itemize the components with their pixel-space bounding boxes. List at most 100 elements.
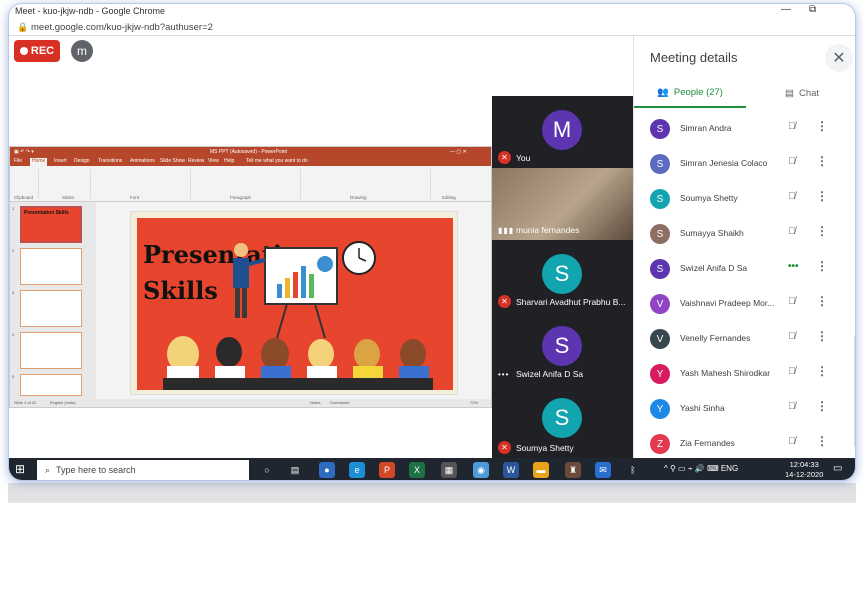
mic-off-icon: 🎙̸ — [788, 436, 796, 447]
ppt-ribbon: Clipboard Slides Font Paragraph Drawing … — [10, 166, 491, 202]
avatar: Y — [650, 399, 670, 419]
comments-button[interactable]: Comments — [330, 400, 349, 405]
title-bar: Meet - kuo-jkjw-ndb - Google Chrome — ⧉ — [9, 4, 855, 20]
more-options-icon[interactable]: ⋮ — [816, 259, 828, 277]
close-button[interactable]: ✕ — [825, 44, 853, 72]
zoom-level[interactable]: 72% — [470, 400, 478, 405]
powerpoint-icon[interactable]: P — [379, 462, 395, 478]
tab-people[interactable]: 👥 People (27) — [634, 78, 746, 108]
clock[interactable]: 12:04:33 14-12-2020 — [785, 460, 823, 480]
more-options-icon[interactable]: ⋮ — [816, 434, 828, 452]
more-options-icon[interactable]: ⋮ — [816, 364, 828, 382]
ppt-tab[interactable]: Animations — [130, 158, 155, 164]
thumb-number: 4 — [12, 332, 15, 337]
ppt-tab[interactable]: View — [208, 158, 219, 164]
slide-thumbnail[interactable]: Presentation Skills — [20, 206, 82, 243]
notes-button[interactable]: Notes — [310, 400, 320, 405]
thumb-number: 1 — [12, 206, 15, 211]
mail-icon[interactable]: ✉ — [595, 462, 611, 478]
list-item[interactable]: S Sumayya Shaikh 🎙̸ ⋮ — [634, 217, 855, 251]
participant-tile[interactable]: S ✕ Soumya Shetty — [492, 384, 633, 458]
restore-icon[interactable]: ⧉ — [809, 4, 816, 15]
participant-tile[interactable]: M ✕ You — [492, 96, 633, 168]
url-text[interactable]: meet.google.com/kuo-jkjw-ndb?authuser=2 — [31, 22, 213, 33]
more-options-icon[interactable]: ⋮ — [816, 119, 828, 137]
search-input[interactable]: ⌕ Type here to search — [37, 460, 249, 480]
task-view-icon[interactable]: ▤ — [287, 462, 303, 478]
ppt-tab[interactable]: File — [14, 158, 22, 164]
tab-chat-label: Chat — [798, 87, 820, 99]
ppt-tab[interactable]: Transitions — [98, 158, 122, 164]
ppt-tab[interactable]: Help — [224, 158, 234, 164]
ppt-tab[interactable]: Review — [188, 158, 204, 164]
word-icon[interactable]: W — [503, 462, 519, 478]
meeting-details-panel: Meeting details ✕ 👥 People (27) ▤ Chat S… — [633, 36, 855, 461]
address-bar[interactable]: 🔒 meet.google.com/kuo-jkjw-ndb?authuser=… — [9, 20, 855, 36]
ribbon-group-label: Editing — [442, 195, 456, 200]
ribbon-group-label: Font — [130, 195, 140, 200]
list-item[interactable]: S Swizel Anifa D Sa ••• ⋮ — [634, 252, 855, 286]
ppt-quick-access-icons: ▣ ↶ ↷ ▾ — [14, 149, 34, 155]
mic-off-icon: 🎙̸ — [788, 191, 796, 202]
participant-tile[interactable]: S ••• Swizel Anifa D Sa — [492, 312, 633, 384]
list-item[interactable]: V Vaishnavi Pradeep Mor... 🎙̸ ⋮ — [634, 287, 855, 321]
list-item[interactable]: Y Yashi Sinha 🎙̸ ⋮ — [634, 392, 855, 426]
ppt-tab[interactable]: Design — [74, 158, 90, 164]
more-options-icon[interactable]: ⋮ — [816, 399, 828, 417]
list-item[interactable]: Z Zia Fernandes 🎙̸ ⋮ — [634, 427, 855, 461]
participant-tile[interactable]: ▮▮▮ munia fernandes — [492, 168, 633, 240]
list-item[interactable]: Y Yash Mahesh Shirodkar 🎙̸ ⋮ — [634, 357, 855, 391]
slide-thumbnail[interactable] — [20, 290, 82, 327]
participant-tile[interactable]: S ✕ Sharvari Avadhut Prabhu B... — [492, 240, 633, 312]
list-item[interactable]: S Simran Andra 🎙̸ ⋮ — [634, 112, 855, 146]
ppt-window-title: MS PPT (Autosaved) - PowerPoint — [210, 149, 287, 155]
mic-off-icon: 🎙̸ — [788, 296, 796, 307]
excel-icon[interactable]: X — [409, 462, 425, 478]
more-options-icon[interactable]: ⋮ — [816, 329, 828, 347]
mic-off-icon: 🎙̸ — [788, 226, 796, 237]
more-options-icon[interactable]: ⋮ — [816, 294, 828, 312]
more-options-icon[interactable]: ⋮ — [816, 189, 828, 207]
cortana-icon[interactable]: ○ — [259, 462, 275, 478]
current-slide[interactable]: Presentation Skills — [130, 211, 458, 395]
bluetooth-icon[interactable]: ᛒ — [625, 462, 641, 478]
slide-thumbnail[interactable] — [20, 374, 82, 396]
person-name: Yash Mahesh Shirodkar — [680, 368, 771, 378]
avatar: S — [650, 119, 670, 139]
slide-thumbnail[interactable] — [20, 332, 82, 369]
edge-icon[interactable]: e — [349, 462, 365, 478]
store-icon[interactable]: ▦ — [441, 462, 457, 478]
ppt-tab-home[interactable]: Home — [30, 158, 48, 166]
tab-people-label: People (27) — [673, 86, 723, 98]
powerpoint-window: ▣ ↶ ↷ ▾ MS PPT (Autosaved) - PowerPoint … — [9, 146, 492, 408]
list-item[interactable]: V Venelly Fernandes 🎙̸ ⋮ — [634, 322, 855, 356]
ppt-tell-me[interactable]: Tell me what you want to do — [246, 158, 308, 164]
minimize-icon[interactable]: — — [781, 4, 791, 15]
avatar[interactable]: m — [71, 40, 93, 62]
avatar: Z — [650, 434, 670, 454]
slide-thumbnail[interactable] — [20, 248, 82, 285]
list-item[interactable]: S Simran Jenesia Colaco 🎙̸ ⋮ — [634, 147, 855, 181]
slide-counter: Slide 1 of 22 — [14, 400, 37, 405]
recording-badge[interactable]: REC — [14, 40, 60, 62]
windows-start-icon[interactable]: ⊞ — [15, 462, 25, 476]
chrome-icon[interactable]: ◉ — [473, 462, 489, 478]
more-options-icon[interactable]: ⋮ — [816, 224, 828, 242]
speaking-indicator-icon: ••• — [788, 261, 799, 272]
app-icon[interactable]: ♜ — [565, 462, 581, 478]
app-icon[interactable]: ● — [319, 462, 335, 478]
avatar: S — [542, 398, 582, 438]
ppt-tab[interactable]: Insert — [54, 158, 67, 164]
more-options-icon[interactable]: ⋮ — [816, 154, 828, 172]
ppt-tab[interactable]: Slide Show — [160, 158, 185, 164]
notification-icon[interactable]: ▭ — [833, 463, 842, 474]
tab-chat[interactable]: ▤ Chat — [746, 78, 855, 108]
list-item[interactable]: S Soumya Shetty 🎙̸ ⋮ — [634, 182, 855, 216]
window-title: Meet - kuo-jkjw-ndb - Google Chrome — [15, 6, 166, 16]
system-tray[interactable]: ^ ⚲ ▭ ⌁ 🔊 ⌨ ENG — [664, 464, 738, 473]
file-explorer-icon[interactable]: ▬ — [533, 462, 549, 478]
person-name: Vaishnavi Pradeep Mor... — [680, 298, 775, 308]
ribbon-divider — [300, 169, 301, 199]
scrollbar[interactable] — [854, 336, 855, 446]
mic-off-icon: 🎙̸ — [788, 156, 796, 167]
